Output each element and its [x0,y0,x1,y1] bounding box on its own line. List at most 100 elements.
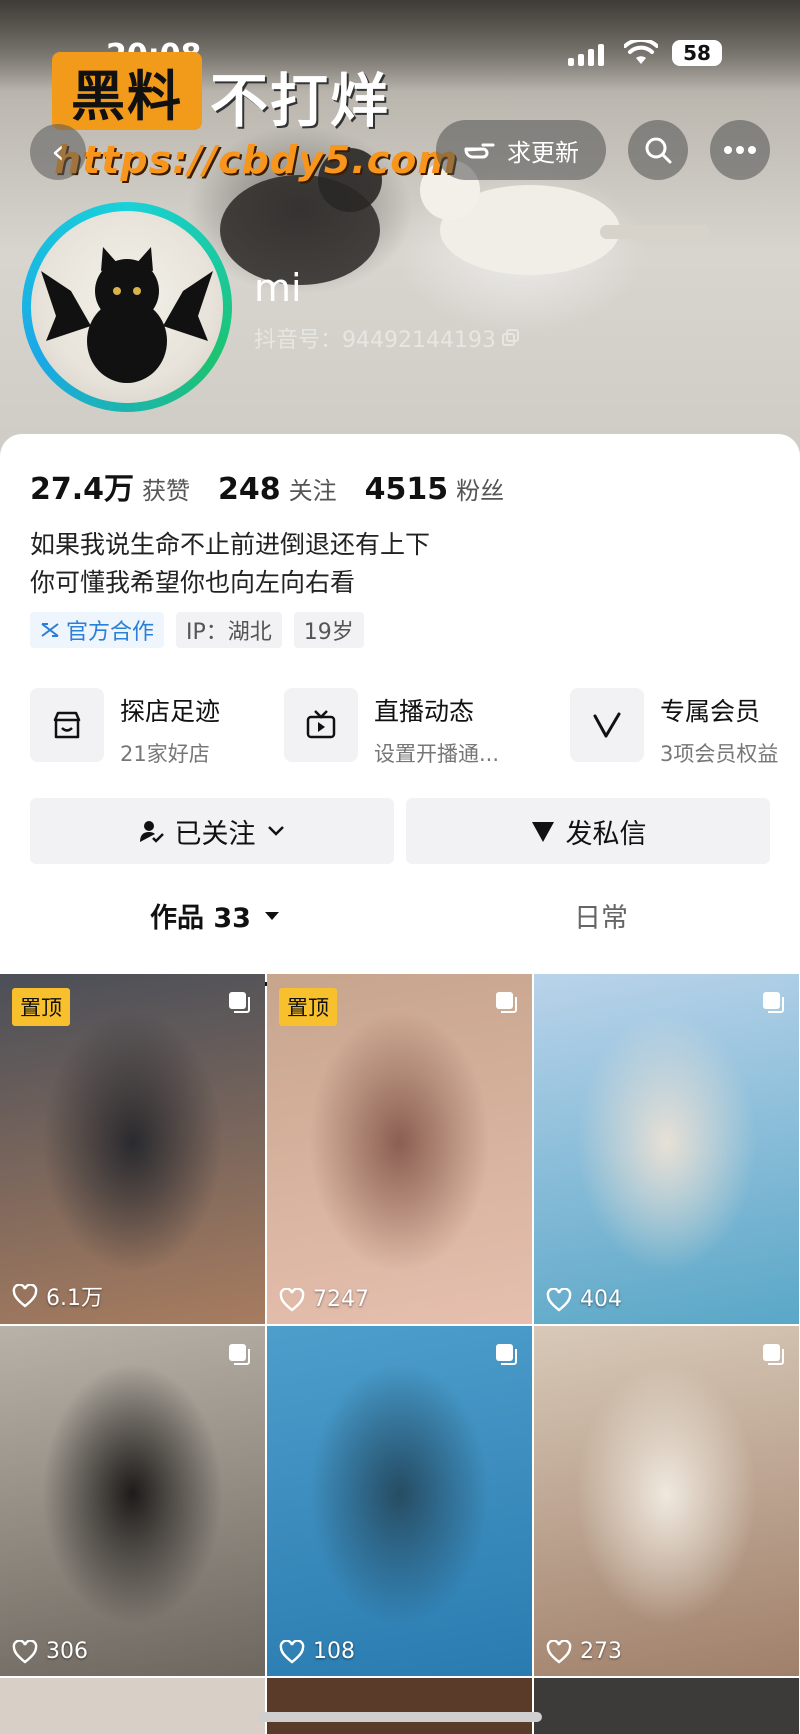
multi-image-icon [496,1344,517,1365]
video-likes: 306 [12,1639,88,1664]
more-options-button[interactable] [710,120,770,180]
like-count: 404 [580,1287,622,1312]
video-tile[interactable]: 置顶 6.1万 [0,974,265,1324]
following-count[interactable]: 248 [218,472,281,507]
tab-works[interactable]: 作品 33 [150,896,281,935]
like-count: 108 [313,1639,355,1664]
feature-subtitle: 21家好店 [120,742,210,766]
feature-subtitle: 3项会员权益 [660,742,779,766]
avatar [31,211,223,403]
video-likes: 404 [546,1287,622,1312]
tag-label: 官方合作 [66,620,155,645]
pinned-badge: 置顶 [12,988,70,1026]
heart-icon [279,1287,305,1312]
chevron-left-icon: ‹ [51,132,65,172]
pointing-hand-icon [464,143,495,159]
douyin-id: 抖音号：94492144193 [254,322,520,354]
heart-icon [12,1284,38,1308]
heart-icon [12,1639,38,1664]
tag-label: IP：湖北 [186,620,272,645]
vip-icon [570,688,644,762]
feature-live[interactable]: 直播动态 设置开播通... [284,688,499,768]
video-likes: 6.1万 [12,1280,103,1312]
like-count: 6.1万 [46,1286,103,1311]
video-tile[interactable]: 404 [534,974,799,1324]
profile-tags: 官方合作 IP：湖北 19岁 [30,612,364,648]
multi-image-icon [763,992,784,1013]
video-tile[interactable] [534,1678,799,1734]
request-update-button[interactable]: 求更新 [436,120,606,180]
video-likes: 7247 [279,1287,369,1312]
multi-image-icon [763,1344,784,1365]
heart-icon [279,1639,305,1664]
heart-icon [546,1639,572,1664]
pinned-badge: 置顶 [279,988,337,1026]
tag-label: 19岁 [303,620,354,645]
more-dots-icon [724,146,756,154]
copy-icon[interactable] [501,329,520,347]
search-button[interactable] [628,120,688,180]
video-likes: 273 [546,1639,622,1664]
followers-count[interactable]: 4515 [365,472,449,507]
video-tile[interactable]: 置顶 7247 [267,974,532,1324]
battery-indicator: 58 [672,40,722,66]
multi-image-icon [496,992,517,1013]
profile-bio: 如果我说生命不止前进倒退还有上下 你可懂我希望你也向左向右看 [30,526,430,602]
profile-stats: 27.4万 获赞 248 关注 4515 粉丝 [30,464,504,508]
likes-label: 获赞 [142,477,191,505]
bio-line: 你可懂我希望你也向左向右看 [30,568,356,597]
video-tile[interactable]: 273 [534,1326,799,1676]
ip-location-tag: IP：湖北 [176,612,282,648]
feature-shortcuts: 探店足迹 21家好店 直播动态 设置开播通... 专属会员 3项会员权益 [30,688,800,766]
avatar-ring[interactable] [22,202,232,412]
following-label[interactable]: 关注 [289,471,337,506]
video-tile[interactable]: 306 [0,1326,265,1676]
multi-image-icon [229,992,250,1013]
followed-button[interactable]: 已关注 [30,798,394,864]
tab-daily-label: 日常 [574,903,628,934]
like-count: 273 [580,1639,622,1664]
tab-daily[interactable]: 日常 [574,896,628,935]
tab-works-label: 作品 33 [150,903,251,934]
cooperation-icon [41,623,59,637]
watermark-logo-box: 黑料 [52,52,202,130]
video-likes: 108 [279,1639,355,1664]
feature-store-visits[interactable]: 探店足迹 21家好店 [30,688,220,768]
tv-icon [284,688,358,762]
content-tabs: 作品 33 日常 [0,882,800,988]
multi-image-icon [229,1344,250,1365]
user-check-icon [139,821,164,843]
store-icon [30,688,104,762]
send-message-label: 发私信 [565,818,647,850]
watermark-url: https://cbdy5.com [54,138,458,182]
black-cat-bat-wings-image [41,247,213,383]
back-button[interactable]: ‹ [30,124,86,180]
feature-membership[interactable]: 专属会员 3项会员权益 [570,688,778,768]
bio-line: 如果我说生命不止前进倒退还有上下 [30,530,431,559]
send-message-button[interactable]: 发私信 [406,798,770,864]
official-cooperation-tag[interactable]: 官方合作 [30,612,165,648]
like-count: 306 [46,1639,88,1664]
username: mi [254,266,302,310]
heart-icon [546,1287,572,1312]
like-count: 7247 [313,1287,369,1312]
feature-subtitle: 设置开播通... [374,742,500,766]
age-tag: 19岁 [293,612,364,648]
feature-title: 专属会员 [660,697,761,726]
chevron-down-icon [267,826,284,836]
video-tile[interactable] [267,1678,532,1734]
wifi-icon [624,40,658,64]
likes-count: 27.4万 [30,472,135,507]
video-tile[interactable]: 108 [267,1326,532,1676]
followed-label: 已关注 [174,818,256,850]
send-paper-plane-icon [531,822,554,842]
caret-down-icon [264,911,279,920]
home-indicator [258,1712,542,1722]
feature-title: 直播动态 [374,697,475,726]
video-tile[interactable] [0,1678,265,1734]
douyin-id-text: 抖音号：94492144193 [254,328,496,353]
watermark-text: 不打烊 [210,67,391,135]
request-update-label: 求更新 [507,138,579,167]
followers-label[interactable]: 粉丝 [456,471,504,506]
search-icon [645,137,672,164]
